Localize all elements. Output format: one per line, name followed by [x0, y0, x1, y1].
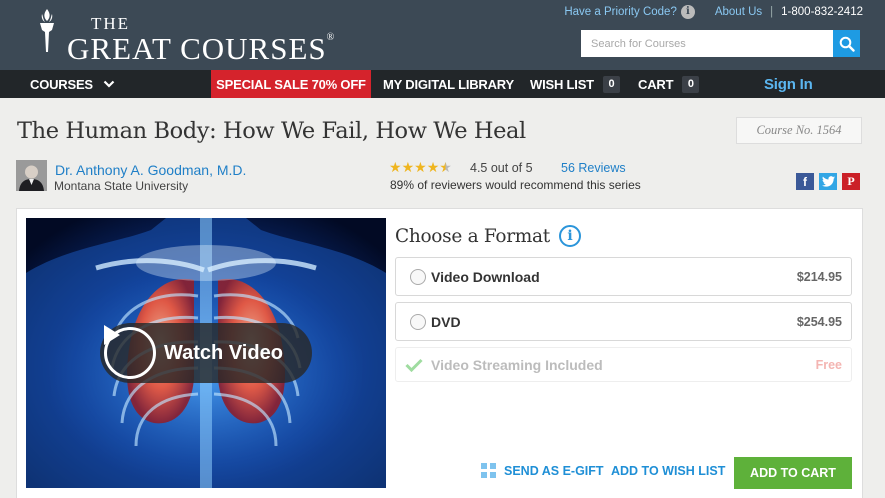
watch-video-button[interactable]: Watch Video [100, 323, 312, 383]
video-preview[interactable]: Watch Video [26, 218, 386, 488]
chevron-down-icon [103, 80, 115, 88]
format-option-dvd[interactable]: DVD $254.95 [395, 302, 852, 341]
nav-courses-label: COURSES [30, 76, 93, 92]
format-option-video-download[interactable]: Video Download $214.95 [395, 257, 852, 296]
format-option-price: Free [815, 357, 842, 372]
twitter-icon[interactable] [819, 173, 837, 190]
torch-icon [40, 9, 54, 52]
search-button[interactable] [833, 30, 860, 57]
add-to-wish-list-link[interactable]: ADD TO WISH LIST [611, 464, 725, 478]
star-icon: ★ [389, 159, 402, 175]
priority-code-link[interactable]: Have a Priority Code? [564, 6, 677, 18]
star-icon: ★ [426, 159, 440, 175]
half-star-icon: ★ [439, 159, 452, 175]
format-heading-text: Choose a Format [395, 225, 550, 247]
wish-list-count-badge: 0 [602, 75, 620, 93]
format-option-label: Video Download [431, 268, 540, 285]
site-header: THE GREAT COURSES® Have a Priority Code?… [0, 0, 885, 70]
star-icon: ★ [401, 159, 415, 175]
search-bar [581, 30, 860, 57]
send-as-egift-link[interactable]: SEND AS E-GIFT [481, 463, 604, 478]
divider: | [770, 6, 774, 18]
course-number-badge: Course No. 1564 [736, 117, 862, 144]
gift-icon [481, 463, 496, 478]
facebook-icon[interactable]: f [796, 173, 814, 190]
nav-special-sale[interactable]: SPECIAL SALE 70% OFF [211, 70, 371, 98]
nav-wish-list[interactable]: WISH LIST 0 [530, 70, 620, 98]
recommend-text: 89% of reviewers would recommend this se… [390, 178, 641, 192]
star-rating: ★ ★ ★ ★ ★ [389, 160, 452, 174]
main-nav: COURSES SPECIAL SALE 70% OFF MY DIGITAL … [0, 70, 885, 98]
rating-text: 4.5 out of 5 [470, 161, 533, 175]
nav-cart-label: CART [638, 76, 674, 92]
sign-in-link[interactable]: Sign In [764, 70, 813, 98]
about-us-link[interactable]: About Us [715, 6, 762, 18]
nav-cart[interactable]: CART 0 [638, 70, 700, 98]
format-heading: Choose a Format i [395, 225, 581, 247]
logo-the: THE [91, 14, 131, 33]
search-icon [839, 36, 855, 52]
page-title: The Human Body: How We Fail, How We Heal [17, 118, 526, 144]
reviews-link[interactable]: 56 Reviews [561, 161, 626, 175]
search-input[interactable] [581, 30, 833, 57]
star-icon: ★ [414, 159, 427, 175]
professor-university: Montana State University [54, 179, 189, 193]
nav-courses[interactable]: COURSES [30, 70, 115, 98]
site-logo[interactable]: THE GREAT COURSES® [37, 8, 335, 64]
play-icon [104, 325, 156, 379]
pinterest-icon[interactable]: P [842, 173, 860, 190]
social-share: f P [796, 173, 860, 190]
radio-button[interactable] [410, 268, 426, 285]
phone-number: 1-800-832-2412 [781, 6, 863, 18]
cart-count-badge: 0 [682, 75, 700, 93]
format-option-price: $214.95 [796, 269, 842, 284]
check-icon [405, 358, 423, 372]
egift-label: SEND AS E-GIFT [504, 463, 604, 478]
format-option-label: DVD [431, 313, 461, 330]
logo-great-courses: GREAT COURSES® [67, 31, 336, 66]
professor-name-link[interactable]: Dr. Anthony A. Goodman, M.D. [55, 162, 246, 178]
utility-links: Have a Priority Code? i About Us | 1-800… [564, 5, 863, 19]
professor-avatar[interactable] [16, 160, 47, 191]
add-to-cart-button[interactable]: ADD TO CART [734, 457, 852, 489]
nav-digital-library[interactable]: MY DIGITAL LIBRARY [383, 70, 514, 98]
format-option-label: Video Streaming Included [431, 356, 603, 373]
radio-button[interactable] [410, 313, 426, 330]
format-option-streaming: Video Streaming Included Free [395, 347, 852, 382]
info-icon[interactable]: i [558, 225, 581, 247]
format-option-price: $254.95 [796, 314, 842, 329]
watch-video-label: Watch Video [164, 341, 283, 364]
info-icon[interactable]: i [680, 5, 695, 19]
nav-wish-list-label: WISH LIST [530, 76, 594, 92]
